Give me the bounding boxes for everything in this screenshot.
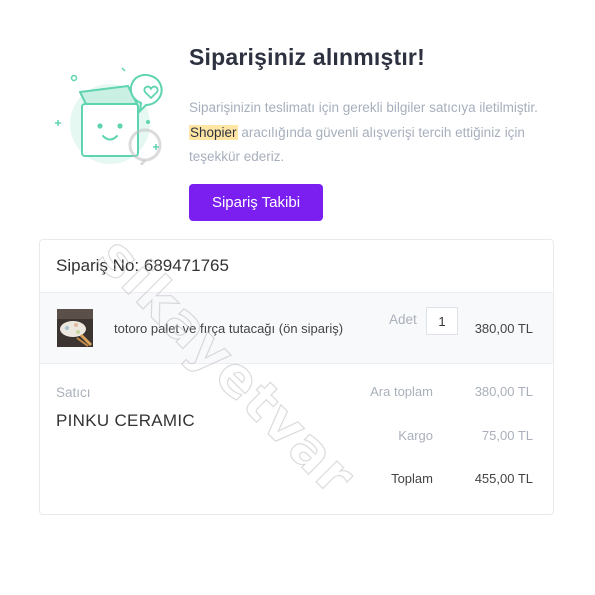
order-tracking-button[interactable]: Sipariş Takibi (189, 184, 323, 221)
order-summary: Satıcı PINKU CERAMIC Ara toplam 380,00 T… (40, 364, 553, 516)
shipping-value: 75,00 TL (481, 428, 533, 443)
total-label: Toplam (391, 471, 433, 486)
subtotal-value: 380,00 TL (474, 384, 533, 399)
item-price: 380,00 TL (474, 321, 533, 336)
message-part-1: Siparişinizin teslimatı için gerekli bil… (189, 100, 538, 115)
product-thumbnail[interactable] (57, 309, 93, 347)
product-name[interactable]: totoro palet ve fırça tutacağı (ön sipar… (114, 321, 343, 336)
order-card: Sipariş No: 689471765 totoro palet ve fı… (39, 239, 554, 515)
seller-label: Satıcı (56, 385, 91, 400)
total-value: 455,00 TL (474, 471, 533, 486)
smiling-box-heart-icon (50, 62, 180, 172)
order-item-row: totoro palet ve fırça tutacağı (ön sipar… (40, 293, 553, 364)
quantity-value: 1 (426, 307, 458, 335)
brand-name-highlight: Shopier (189, 124, 238, 140)
shipping-label: Kargo (398, 428, 433, 443)
seller-name: PINKU CERAMIC (56, 411, 195, 430)
order-number: Sipariş No: 689471765 (40, 240, 553, 293)
message-part-2: aracılığında güvenli alışverişi tercih e… (189, 124, 525, 165)
quantity-label: Adet (389, 312, 417, 327)
page-title: Siparişiniz alınmıştır! (189, 44, 425, 70)
confirmation-message: Siparişinizin teslimatı için gerekli bil… (189, 96, 569, 170)
subtotal-label: Ara toplam (370, 384, 433, 399)
